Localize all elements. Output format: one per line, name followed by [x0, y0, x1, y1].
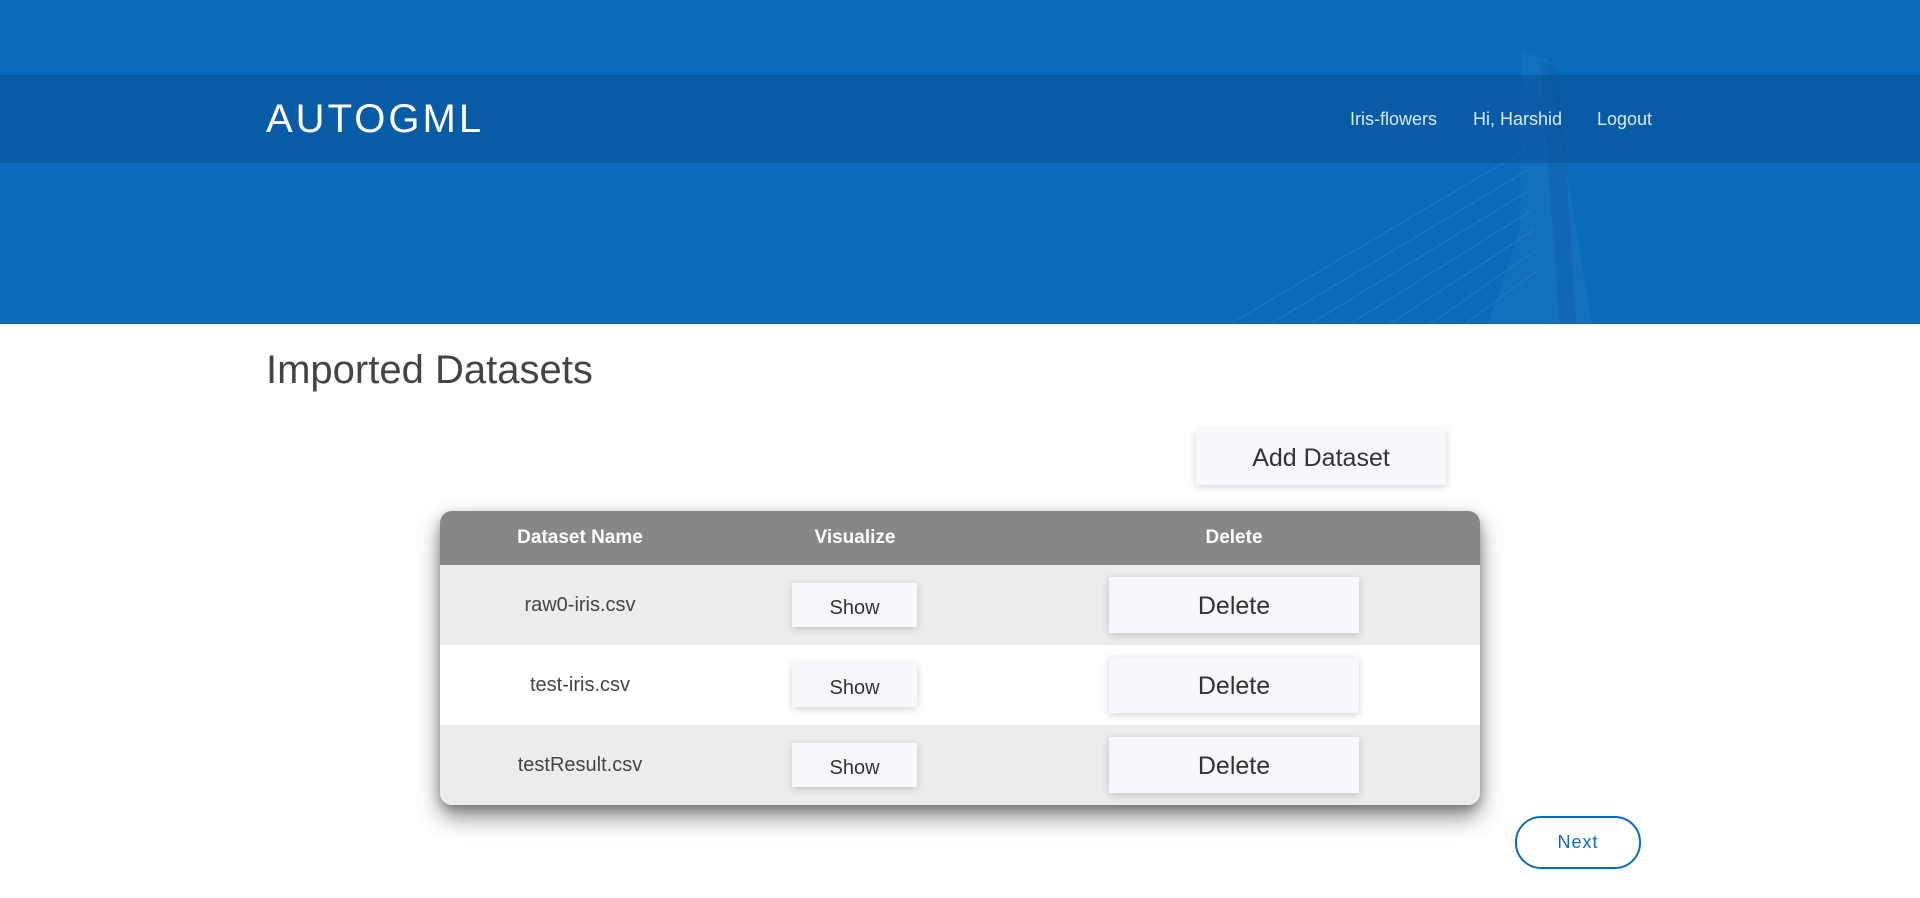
nav-link-project[interactable]: Iris-flowers	[1350, 108, 1437, 130]
delete-button[interactable]: Delete	[1109, 657, 1359, 713]
dataset-name-cell: test-iris.csv	[530, 674, 630, 696]
show-button[interactable]: Show	[792, 583, 917, 627]
column-header-dataset-name: Dataset Name	[517, 527, 643, 548]
show-button[interactable]: Show	[792, 663, 917, 707]
delete-button[interactable]: Delete	[1109, 577, 1359, 633]
nav-link-logout[interactable]: Logout	[1597, 108, 1652, 130]
column-header-visualize: Visualize	[814, 527, 896, 548]
next-button[interactable]: Next	[1515, 816, 1641, 869]
delete-button[interactable]: Delete	[1109, 737, 1359, 793]
add-dataset-button[interactable]: Add Dataset	[1196, 429, 1446, 485]
datasets-table: Dataset Name Visualize Delete raw0-iris.…	[440, 511, 1480, 805]
table-row: test-iris.csv Show Delete	[440, 645, 1480, 725]
dataset-name-cell: testResult.csv	[517, 754, 643, 776]
dataset-name-cell: raw0-iris.csv	[524, 594, 636, 616]
column-header-delete: Delete	[1205, 527, 1263, 548]
table-header: Dataset Name Visualize Delete	[440, 511, 1480, 565]
brand-logo[interactable]: AUTOGML	[266, 96, 484, 142]
page-title: Imported Datasets	[266, 348, 593, 392]
table-row: testResult.csv Show Delete	[440, 725, 1480, 805]
show-button[interactable]: Show	[792, 743, 917, 787]
table-row: raw0-iris.csv Show Delete	[440, 565, 1480, 645]
nav-link-user-greeting[interactable]: Hi, Harshid	[1473, 108, 1562, 130]
